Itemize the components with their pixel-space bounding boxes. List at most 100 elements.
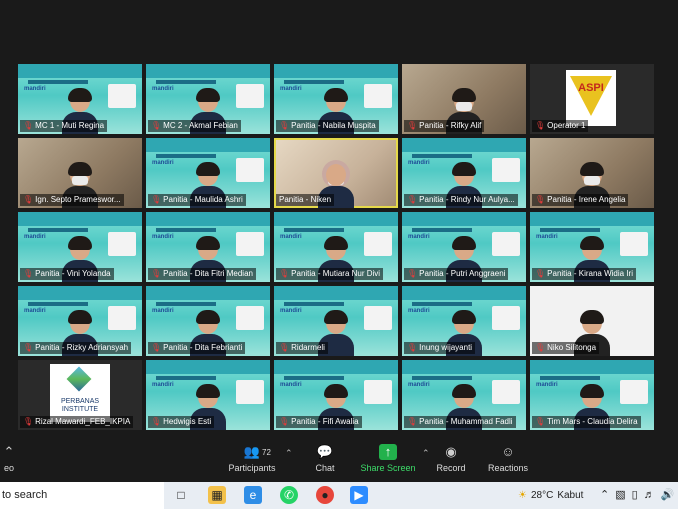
participant-name-label: 🎙 Ridarmeli: [276, 342, 328, 354]
participant-tile[interactable]: mandiri 🎙 Panitia - Putri Anggraeni: [402, 212, 526, 282]
banner-decoration: [492, 306, 520, 330]
banner-header: [146, 138, 270, 152]
chevron-up-icon[interactable]: ⌃: [600, 482, 609, 509]
chevron-up-icon[interactable]: ⌃: [422, 448, 430, 459]
edge-icon[interactable]: e: [244, 486, 262, 504]
banner-header: [274, 64, 398, 78]
participant-tile[interactable]: mandiri 🎙 Panitia - Kirana Widia Iri: [530, 212, 654, 282]
participant-name: Panitia - Maulida Ashri: [163, 195, 243, 204]
banner-brand: mandiri: [536, 234, 558, 240]
participant-name: Niko Silitonga: [547, 343, 597, 352]
participant-name: Panitia - Rifky Alif: [419, 121, 482, 130]
banner-decoration: [108, 232, 136, 256]
participant-name-label: 🎙 Panitia - Maulida Ashri: [148, 194, 246, 206]
participant-name: Panitia - Dita Febrianti: [163, 343, 243, 352]
audio-control[interactable]: ⌃ eo: [0, 444, 18, 473]
zoom-icon[interactable]: ▶: [350, 486, 368, 504]
meeting-controls: ⌃ eo 👥 Participants 72 ⌃ 💬 Chat ↑ Share …: [0, 440, 678, 482]
banner-stripe: [412, 376, 472, 380]
weather-temp: 28°C: [530, 490, 554, 501]
weather-widget[interactable]: ☀ 28°C Kabut: [518, 482, 583, 509]
participant-tile[interactable]: mandiri 🎙 Ridarmeli: [274, 286, 398, 356]
share-screen-icon: ↑: [379, 444, 397, 460]
banner-decoration: [492, 380, 520, 404]
banner-stripe: [284, 228, 344, 232]
participant-tile[interactable]: 🎙 Niko Silitonga: [530, 286, 654, 356]
chevron-up-icon[interactable]: ⌃: [285, 448, 293, 459]
share-screen-label: Share Screen: [360, 463, 416, 473]
participant-tile[interactable]: mandiri 🎙 Inung wijayanti: [402, 286, 526, 356]
participant-tile[interactable]: 🎙 Ign. Septo Prameswor...: [18, 138, 142, 208]
banner-stripe: [540, 376, 600, 380]
banner-decoration: [236, 232, 264, 256]
mic-muted-icon: 🎙: [151, 343, 162, 352]
banner-brand: mandiri: [24, 308, 46, 314]
banner-header: [18, 212, 142, 226]
search-placeholder: to search: [2, 489, 48, 501]
banner-header: [274, 286, 398, 300]
banner-stripe: [156, 228, 216, 232]
participant-tile[interactable]: mandiri 🎙 Panitia - Muhammad Fadli: [402, 360, 526, 430]
task-view-icon[interactable]: □: [172, 486, 190, 504]
banner-stripe: [156, 80, 216, 84]
participant-name: MC 2 - Akmal Febian: [163, 121, 238, 130]
participant-name-label: 🎙 Panitia - Kirana Widia Iri: [532, 268, 636, 280]
banner-brand: mandiri: [152, 160, 174, 166]
speaker-icon[interactable]: ♬: [644, 482, 655, 509]
banner-stripe: [156, 302, 216, 306]
taskbar-search[interactable]: to search: [0, 482, 164, 509]
banner-decoration: [364, 306, 392, 330]
banner-decoration: [492, 158, 520, 182]
participant-name-label: 🎙 Panitia - Rifky Alif: [404, 120, 485, 132]
participant-tile[interactable]: mandiri 🎙 MC 2 - Akmal Febian: [146, 64, 270, 134]
mic-muted-icon: 🎙: [151, 195, 162, 204]
battery-icon[interactable]: ▯: [632, 482, 638, 509]
participant-name-label: 🎙 Panitia - Fifi Awalia: [276, 416, 362, 428]
participant-tile[interactable]: Panitia - Niken: [274, 138, 398, 208]
banner-decoration: [620, 380, 648, 404]
participant-tile[interactable]: mandiri 🎙 Panitia - Fifi Awalia: [274, 360, 398, 430]
mic-muted-icon: 🎙: [151, 121, 162, 130]
mic-muted-icon: 🎙: [23, 343, 34, 352]
participant-tile[interactable]: mandiri 🎙 Panitia - Rindy Nur Aulya...: [402, 138, 526, 208]
record-button[interactable]: ◉ Record: [436, 444, 466, 473]
mic-muted-icon: 🎙: [407, 269, 418, 278]
participant-name-label: 🎙 Panitia - Mutiara Nur Divi: [276, 268, 384, 280]
participant-tile[interactable]: mandiri 🎙 Panitia - Mutiara Nur Divi: [274, 212, 398, 282]
participant-name-label: 🎙 Inung wijayanti: [404, 342, 476, 354]
whatsapp-icon[interactable]: ✆: [280, 486, 298, 504]
participant-tile[interactable]: mandiri 🎙 Panitia - Vini Yolanda: [18, 212, 142, 282]
participant-tile[interactable]: 🎙 Panitia - Rifky Alif: [402, 64, 526, 134]
volume-icon[interactable]: 🔊: [661, 482, 675, 509]
banner-brand: mandiri: [408, 308, 430, 314]
participant-tile[interactable]: mandiri 🎙 Tim Mars - Claudia Delira: [530, 360, 654, 430]
participant-tile[interactable]: 🎙 Panitia - Irene Angelia: [530, 138, 654, 208]
participant-tile[interactable]: mandiri 🎙 Panitia - Dita Febrianti: [146, 286, 270, 356]
banner-decoration: [492, 232, 520, 256]
participant-tile[interactable]: mandiri 🎙 Panitia - Dita Fitri Median: [146, 212, 270, 282]
network-icon[interactable]: ▧: [615, 482, 625, 509]
participant-name-label: 🎙 Panitia - Dita Fitri Median: [148, 268, 256, 280]
banner-decoration: [364, 380, 392, 404]
participant-tile[interactable]: PERBANAS INSTITUTE 🎙 Rizal Mawardi_FEB_IKP…: [18, 360, 142, 430]
participant-tile[interactable]: mandiri 🎙 Panitia - Maulida Ashri: [146, 138, 270, 208]
share-screen-button[interactable]: ↑ Share Screen: [360, 444, 416, 473]
chat-button[interactable]: 💬 Chat: [310, 444, 340, 473]
banner-decoration: [108, 306, 136, 330]
chrome-icon[interactable]: ●: [316, 486, 334, 504]
participant-tile[interactable]: mandiri 🎙 Panitia - Rizky Adriansyah: [18, 286, 142, 356]
file-explorer-icon[interactable]: ▦: [208, 486, 226, 504]
banner-header: [530, 360, 654, 374]
banner-stripe: [284, 302, 344, 306]
banner-decoration: [364, 232, 392, 256]
participant-tile[interactable]: mandiri 🎙 Panitia - Nabila Muspita: [274, 64, 398, 134]
mic-muted-icon: 🎙: [535, 417, 546, 426]
participant-tile[interactable]: mandiri 🎙 Hedwigis Esti: [146, 360, 270, 430]
banner-header: [402, 360, 526, 374]
banner-decoration: [620, 232, 648, 256]
reactions-button[interactable]: ☺ Reactions: [488, 444, 528, 473]
participant-tile[interactable]: mandiri 🎙 MC 1 - Muti Regina: [18, 64, 142, 134]
banner-brand: mandiri: [408, 234, 430, 240]
banner-header: [146, 212, 270, 226]
participant-tile[interactable]: ASPI 🎙 Operator 1: [530, 64, 654, 134]
